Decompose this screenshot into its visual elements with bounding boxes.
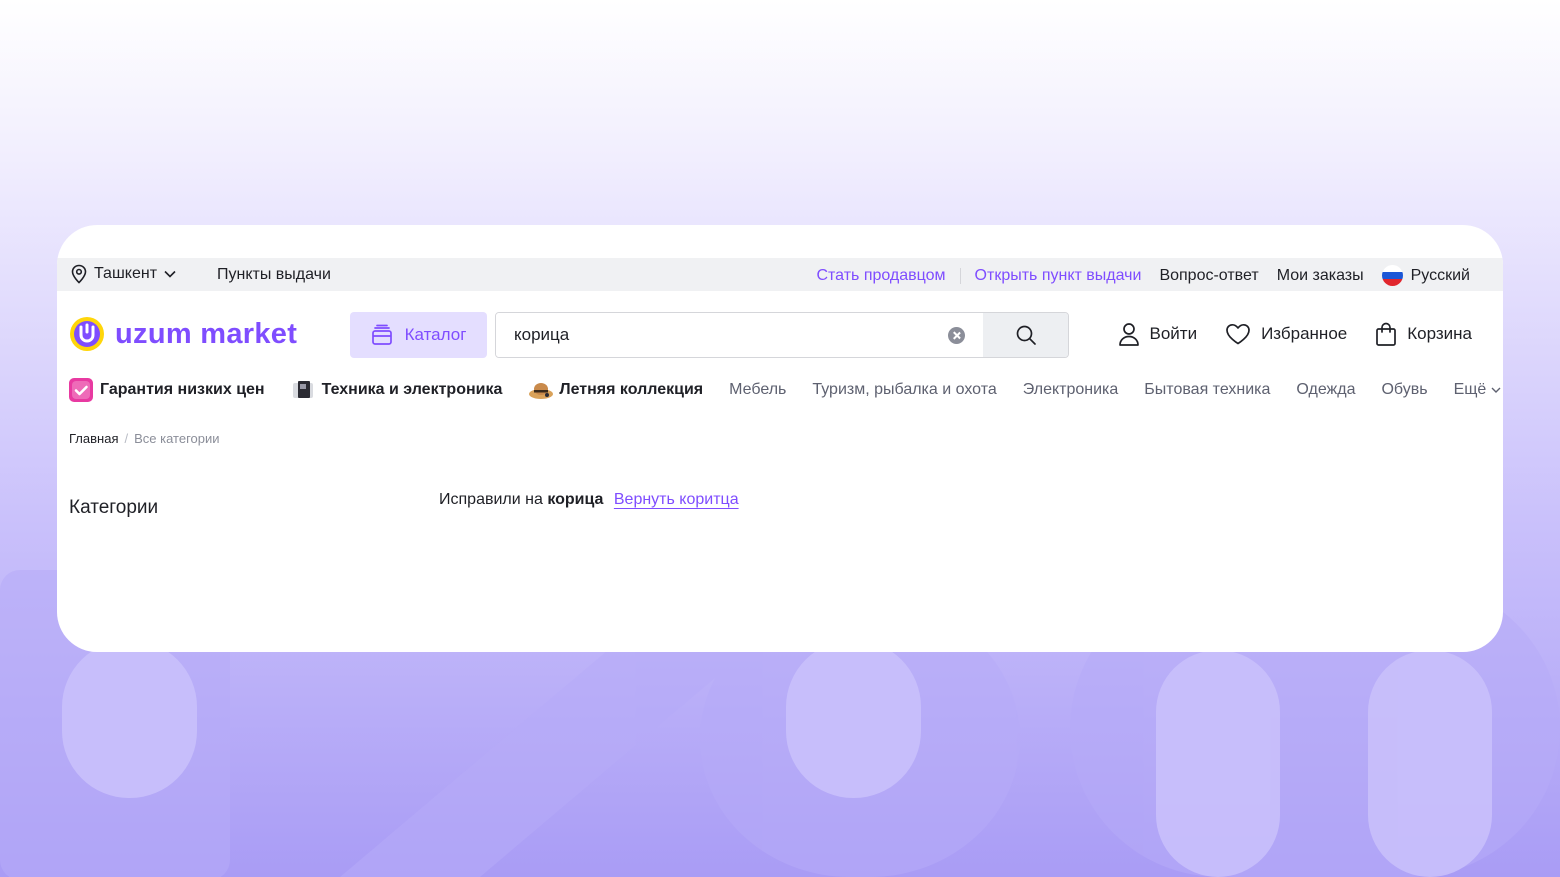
breadcrumb-home[interactable]: Главная bbox=[69, 431, 118, 446]
top-bar: Ташкент Пункты выдачи Стать продавцом От… bbox=[57, 258, 1503, 291]
category-label: Бытовая техника bbox=[1144, 381, 1271, 398]
login-button[interactable]: Войти bbox=[1118, 322, 1198, 346]
cart-button[interactable]: Корзина bbox=[1375, 322, 1472, 346]
search-icon bbox=[1016, 325, 1036, 345]
category-shoes[interactable]: Обувь bbox=[1381, 381, 1427, 399]
language-selector[interactable]: Русский bbox=[1381, 265, 1470, 286]
chevron-down-icon bbox=[1491, 387, 1501, 393]
spelling-correction: Исправили на корица Вернуть коритца bbox=[439, 491, 739, 509]
catalog-label: Каталог bbox=[404, 325, 467, 344]
category-guarantee[interactable]: Гарантия низких цен bbox=[69, 378, 265, 402]
favorites-label: Избранное bbox=[1261, 324, 1348, 343]
open-pickup-link[interactable]: Открыть пункт выдачи bbox=[975, 267, 1142, 285]
russian-flag-icon bbox=[1381, 265, 1403, 286]
language-label: Русский bbox=[1410, 266, 1470, 284]
page-card: Ташкент Пункты выдачи Стать продавцом От… bbox=[57, 225, 1503, 652]
search-input[interactable] bbox=[496, 313, 983, 357]
category-clothing[interactable]: Одежда bbox=[1296, 381, 1355, 399]
category-label: Обувь bbox=[1381, 381, 1428, 398]
electronics-icon bbox=[291, 378, 315, 402]
category-tourism[interactable]: Туризм, рыбалка и охота bbox=[812, 381, 996, 399]
chevron-down-icon bbox=[164, 270, 176, 278]
category-summer[interactable]: Летняя коллекция bbox=[528, 378, 703, 402]
login-label: Войти bbox=[1149, 324, 1198, 343]
search-bar bbox=[495, 312, 1069, 358]
category-label: Летняя коллекция bbox=[559, 381, 704, 398]
cart-label: Корзина bbox=[1407, 324, 1472, 343]
revert-query-link[interactable]: Вернуть коритца bbox=[614, 491, 739, 508]
category-electronics-tech[interactable]: Техника и электроника bbox=[291, 378, 503, 402]
header-actions: Войти Избранное Корзина bbox=[1090, 322, 1472, 346]
logo-text: uzum market bbox=[115, 317, 298, 350]
divider bbox=[959, 267, 961, 284]
category-nav: Гарантия низких цен Техника и электроник… bbox=[69, 378, 1502, 402]
heart-icon bbox=[1226, 323, 1250, 345]
category-appliances[interactable]: Бытовая техника bbox=[1144, 381, 1270, 399]
correction-prefix: Исправили на bbox=[439, 491, 543, 508]
clear-search-icon[interactable] bbox=[948, 327, 965, 344]
category-label: Техника и электроника bbox=[321, 381, 503, 398]
category-label: Гарантия низких цен bbox=[100, 381, 265, 398]
category-label: Одежда bbox=[1296, 381, 1356, 398]
category-label: Мебель bbox=[729, 381, 787, 398]
user-icon bbox=[1118, 323, 1139, 346]
logo[interactable]: uzum market bbox=[69, 316, 297, 352]
sidebar-title: Категории bbox=[69, 497, 159, 518]
category-label: Электроника bbox=[1022, 381, 1119, 398]
breadcrumb-current: Все категории bbox=[134, 431, 220, 446]
category-label: Туризм, рыбалка и охота bbox=[812, 381, 997, 398]
uzum-logo-icon bbox=[70, 317, 104, 351]
corrected-query: корица bbox=[547, 491, 604, 508]
search-button[interactable] bbox=[983, 313, 1068, 357]
location-pin-icon bbox=[71, 264, 87, 284]
summer-hat-icon bbox=[528, 378, 554, 402]
catalog-button[interactable]: Каталог bbox=[350, 312, 487, 358]
category-furniture[interactable]: Мебель bbox=[729, 381, 786, 399]
become-seller-link[interactable]: Стать продавцом bbox=[816, 267, 945, 285]
pickup-points-link[interactable]: Пункты выдачи bbox=[217, 266, 331, 284]
catalog-icon bbox=[371, 324, 392, 345]
city-label: Ташкент bbox=[94, 265, 158, 282]
category-electronics[interactable]: Электроника bbox=[1023, 381, 1119, 399]
breadcrumb: Главная / Все категории bbox=[69, 431, 220, 446]
city-selector[interactable]: Ташкент bbox=[70, 264, 177, 284]
guarantee-check-icon bbox=[69, 378, 93, 402]
more-label: Ещё bbox=[1453, 381, 1487, 398]
more-categories-button[interactable]: Ещё bbox=[1454, 381, 1503, 399]
breadcrumb-separator: / bbox=[124, 431, 129, 446]
faq-link[interactable]: Вопрос-ответ bbox=[1159, 267, 1258, 285]
my-orders-link[interactable]: Мои заказы bbox=[1277, 267, 1364, 285]
favorites-button[interactable]: Избранное bbox=[1225, 323, 1347, 345]
shopping-bag-icon bbox=[1376, 322, 1397, 346]
